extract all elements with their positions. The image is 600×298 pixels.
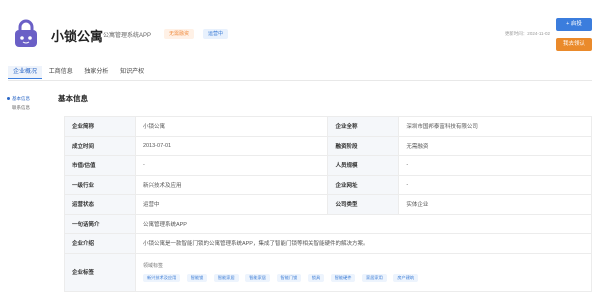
tab-bar: 企业概况 工商信息 独家分析 知识产权: [8, 66, 149, 79]
tab-intellectual-property[interactable]: 知识产权: [115, 66, 149, 79]
industry-label: 一级行业: [64, 174, 136, 195]
keyword-tag[interactable]: 智能门锁: [276, 274, 302, 282]
stage-label: 融资阶段: [327, 135, 400, 156]
keyword-tag[interactable]: 房产建筑: [393, 274, 419, 282]
short-name-value: 小锁公寓: [134, 116, 329, 137]
keyword-tag[interactable]: 新兴技术及应用: [142, 274, 181, 282]
funding-tag: 无需融资: [164, 29, 195, 39]
slogan-value: 公寓管理系统APP: [134, 213, 593, 234]
tab-business-info[interactable]: 工商信息: [44, 66, 78, 79]
tabs-divider: [8, 80, 592, 81]
keyword-tag[interactable]: 家居家用: [362, 274, 387, 282]
table-row: 企业简称 小锁公寓 企业全称 深圳市国邦泰富科技有限公司: [64, 116, 592, 137]
tags-title: 领域标签: [142, 263, 163, 269]
website-value: -: [398, 174, 592, 195]
keyword-tag[interactable]: 智能家居: [213, 274, 239, 282]
table-row: 运营状态 运营中 公司类型 实体企业: [64, 194, 592, 215]
table-row: 市值/估值 - 人员规模 -: [64, 155, 592, 176]
tab-exclusive-analysis[interactable]: 独家分析: [79, 66, 113, 79]
company-name: 小锁公寓: [51, 29, 104, 44]
status-tag: 运营中: [203, 29, 229, 39]
short-name-label: 企业简称: [64, 116, 136, 137]
company-header: 小锁公寓 公寓管理系统APP 无需融资 运营中 更新时间：2024-11-02 …: [0, 0, 600, 64]
table-row: 一级行业 新兴技术及应用 企业网址 -: [64, 174, 592, 195]
side-item-contact-info[interactable]: 联系信息: [6, 103, 30, 112]
keyword-tag[interactable]: 锁具: [307, 274, 325, 282]
follow-button[interactable]: + 启投: [556, 18, 592, 31]
full-name-label: 企业全称: [327, 116, 400, 137]
stage-value: 无需融资: [398, 135, 592, 156]
side-nav: 基本信息 联系信息: [6, 94, 30, 112]
founded-label: 成立时间: [64, 135, 136, 156]
side-item-basic-info[interactable]: 基本信息: [6, 94, 30, 103]
table-row: 企业标签 领域标签 新兴技术及应用 智能锁 智能家居 智能家居 智能门锁 锁具 …: [64, 252, 593, 292]
op-status-value: 运营中: [134, 194, 329, 215]
tab-overview[interactable]: 企业概况: [8, 66, 43, 79]
table-row: 企业介绍 小锁公寓是一款智能门锁的公寓管理系统APP，集成了智能门锁等相关智能硬…: [64, 233, 593, 254]
claim-button[interactable]: 我去领认: [556, 38, 592, 51]
company-type-label: 公司类型: [327, 194, 400, 215]
company-type-value: 实体企业: [398, 194, 592, 215]
table-row: 一句话简介 公寓管理系统APP: [64, 213, 593, 234]
industry-value: 新兴技术及应用: [134, 174, 329, 195]
table-row: 成立时间 2013-07-01 融资阶段 无需融资: [64, 135, 592, 156]
staff-value: -: [398, 155, 592, 176]
keyword-tag[interactable]: 智能硬件: [330, 274, 356, 282]
lock-logo-icon: [15, 19, 37, 47]
tags-label: 企业标签: [64, 252, 136, 292]
tags-list: 新兴技术及应用 智能锁 智能家居 智能家居 智能门锁 锁具 智能硬件 家居家用 …: [142, 274, 584, 282]
op-status-label: 运营状态: [64, 194, 136, 215]
tags-cell: 领域标签 新兴技术及应用 智能锁 智能家居 智能家居 智能门锁 锁具 智能硬件 …: [134, 252, 593, 292]
company-description: 公寓管理系统APP: [103, 33, 152, 39]
intro-label: 企业介绍: [64, 233, 136, 254]
keyword-tag[interactable]: 智能家居: [245, 274, 270, 282]
intro-value: 小锁公寓是一款智能门锁的公寓管理系统APP，集成了智能门锁等相关智能硬件的解决方…: [134, 233, 593, 254]
keyword-tag[interactable]: 智能锁: [186, 274, 208, 282]
valuation-label: 市值/估值: [64, 155, 136, 176]
basic-info-table: 企业简称 小锁公寓 企业全称 深圳市国邦泰富科技有限公司 成立时间 2013-0…: [64, 116, 593, 292]
section-title: 基本信息: [58, 94, 88, 103]
founded-value: 2013-07-01: [134, 135, 329, 156]
staff-label: 人员规模: [327, 155, 400, 176]
full-name-value: 深圳市国邦泰富科技有限公司: [398, 116, 592, 137]
update-time: 更新时间：2024-11-02: [504, 31, 550, 36]
valuation-value: -: [134, 155, 329, 176]
website-label: 企业网址: [327, 174, 400, 195]
slogan-label: 一句话简介: [64, 213, 136, 234]
